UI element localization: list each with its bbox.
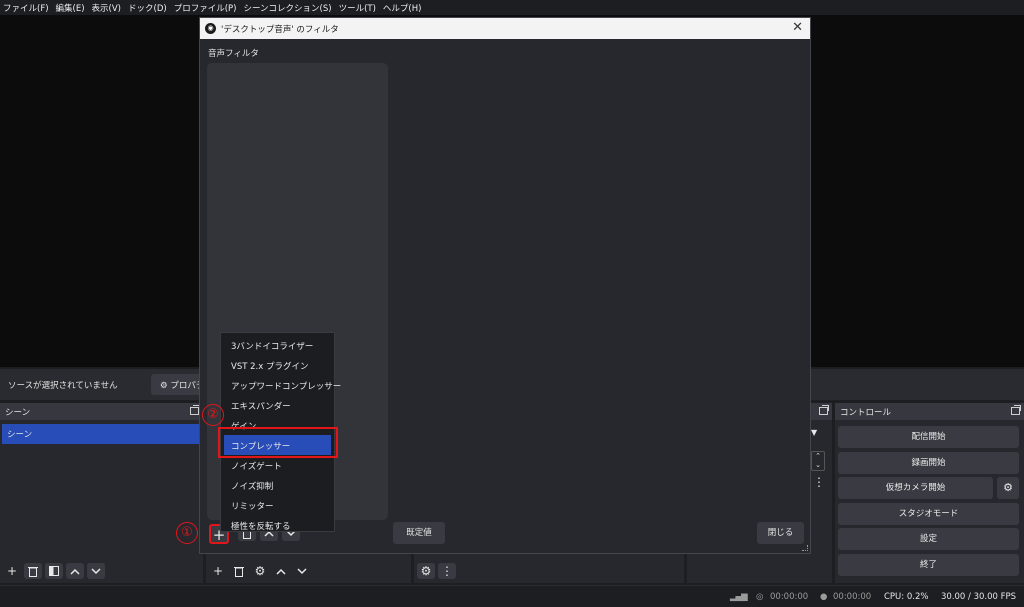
source-tools: + ⚙ (209, 563, 311, 579)
resize-grip-icon[interactable] (802, 545, 808, 551)
no-source-message: ソースが選択されていません (8, 381, 118, 391)
compressor-highlight-box (218, 427, 338, 458)
dialog-title: 'デスクトップ音声' のフィルタ (221, 24, 339, 35)
step-1-marker: ① (176, 522, 198, 544)
move-up-icon[interactable] (66, 563, 84, 579)
add-source-icon[interactable]: + (209, 563, 227, 579)
add-scene-icon[interactable]: + (3, 563, 21, 579)
menu-item-expander[interactable]: エキスパンダー (221, 395, 334, 415)
menu-dock[interactable]: ドック(D) (128, 2, 167, 14)
properties-button[interactable]: ⚙ プロパティ (151, 374, 206, 395)
close-button[interactable]: 閉じる (757, 522, 804, 544)
settings-button[interactable]: 設定 (838, 528, 1019, 550)
menu-tools[interactable]: ツール(T) (339, 2, 376, 14)
mixer-tools: ⚙ ⋮ (417, 563, 456, 579)
signal-icon: ▂▄▆ (730, 592, 748, 602)
menu-file[interactable]: ファイル(F) (3, 2, 49, 14)
studio-mode-button[interactable]: スタジオモード (838, 503, 1019, 525)
start-virtual-camera-button[interactable]: 仮想カメラ開始 (838, 477, 993, 499)
scenes-dock: シーン シーン + (0, 403, 203, 583)
stream-time: 00:00:00 (770, 592, 809, 602)
menu-profile[interactable]: プロファイル(P) (174, 2, 237, 14)
menu-item-upward-compressor[interactable]: アップワードコンプレッサー (221, 375, 341, 395)
menu-help[interactable]: ヘルプ(H) (383, 2, 422, 14)
filter-icon[interactable] (45, 563, 63, 579)
source-up-icon[interactable] (272, 563, 290, 579)
close-icon[interactable]: ✕ (792, 20, 803, 35)
fps-readout: 30.00 / 30.00 FPS (941, 592, 1017, 602)
scenes-dock-title: シーン (0, 403, 203, 420)
start-recording-button[interactable]: 録画開始 (838, 452, 1019, 474)
status-bar: ▂▄▆ ◎ 00:00:00 ● 00:00:00 CPU: 0.2% 30.0… (0, 585, 1024, 607)
remove-scene-icon[interactable] (24, 563, 42, 579)
menu-view[interactable]: 表示(V) (92, 2, 121, 14)
mixer-menu-icon[interactable]: ⋮ (438, 563, 456, 579)
start-streaming-button[interactable]: 配信開始 (838, 426, 1019, 448)
stream-icon: ◎ (756, 592, 764, 602)
exit-button[interactable]: 終了 (838, 554, 1019, 576)
dialog-titlebar: ◉ 'デスクトップ音声' のフィルタ ✕ (200, 18, 810, 39)
scenes-dock-label: シーン (5, 408, 31, 418)
transitions-undock-icon[interactable] (819, 405, 829, 415)
menu-item-noise-suppression[interactable]: ノイズ抑制 (221, 475, 334, 495)
controls-dock-label: コントロール (840, 408, 892, 418)
menu-item-invert-polarity[interactable]: 極性を反転する (221, 515, 334, 535)
menu-item-vst-plugin[interactable]: VST 2.x プラグイン (221, 355, 334, 375)
undock-icon[interactable] (190, 405, 200, 415)
transition-menu-icon[interactable]: ⋮ (813, 475, 825, 489)
source-down-icon[interactable] (293, 563, 311, 579)
controls-dock-title: コントロール (835, 403, 1024, 420)
record-icon: ● (820, 592, 828, 602)
audio-filters-label: 音声フィルタ (208, 49, 259, 59)
defaults-button[interactable]: 既定値 (393, 522, 445, 544)
menu-edit[interactable]: 編集(E) (56, 2, 85, 14)
menu-scene-collection[interactable]: シーンコレクション(S) (243, 2, 331, 14)
transition-dropdown-icon[interactable]: ▼ (811, 428, 817, 437)
mixer-settings-icon[interactable]: ⚙ (417, 563, 435, 579)
move-down-icon[interactable] (87, 563, 105, 579)
virtual-camera-gear-icon[interactable]: ⚙ (997, 477, 1019, 499)
controls-undock-icon[interactable] (1011, 405, 1021, 415)
source-settings-icon[interactable]: ⚙ (251, 563, 269, 579)
menu-item-3band-eq[interactable]: 3バンドイコライザー (221, 335, 334, 355)
duration-stepper-icon[interactable]: ⌃ ⌄ (811, 451, 825, 471)
scene-tools: + (3, 563, 105, 579)
cpu-usage: CPU: 0.2% (884, 592, 929, 602)
obs-logo-icon: ◉ (205, 23, 216, 34)
scene-list-item[interactable]: シーン (2, 424, 201, 444)
record-time: 00:00:00 (833, 592, 872, 602)
menu-item-noise-gate[interactable]: ノイズゲート (221, 455, 334, 475)
menu-item-limiter[interactable]: リミッター (221, 495, 334, 515)
menu-bar: ファイル(F) 編集(E) 表示(V) ドック(D) プロファイル(P) シーン… (0, 0, 1024, 15)
step-2-marker: ② (202, 404, 224, 426)
remove-source-icon[interactable] (230, 563, 248, 579)
